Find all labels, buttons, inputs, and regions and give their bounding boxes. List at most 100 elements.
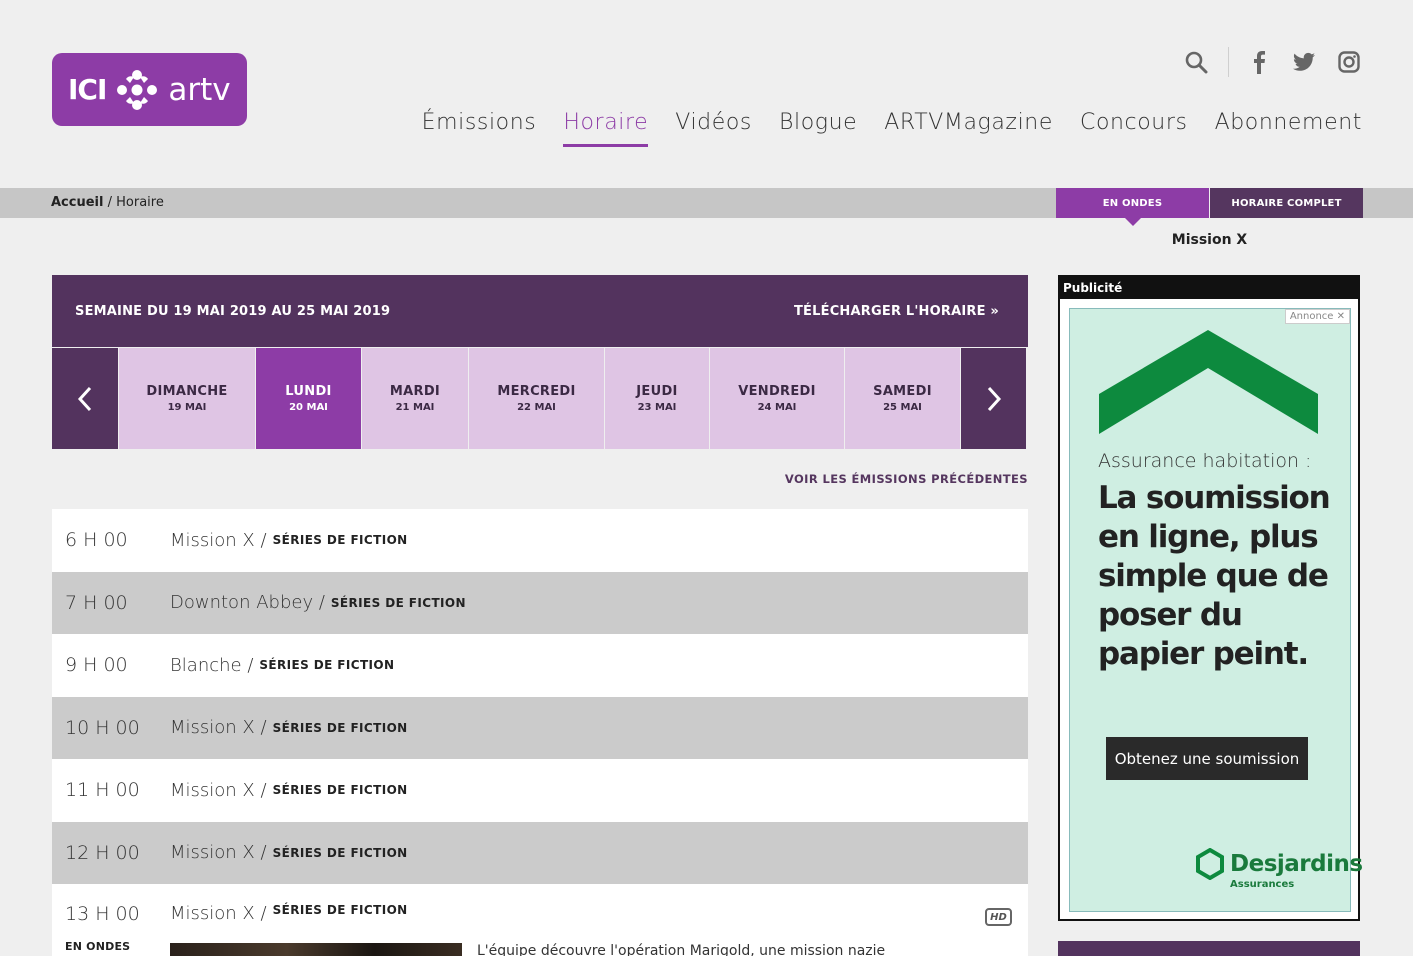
program-title[interactable]: Mission X / [170,780,267,801]
ad-close-button[interactable]: Annonce ✕ [1284,309,1350,324]
nav-emissions[interactable]: Émissions [422,110,537,139]
program-list: 6 H 00 Mission X / SÉRIES DE FICTION 7 H… [52,509,1028,956]
day-selector: DIMANCHE 19 MAI LUNDI 20 MAI MARDI 21 MA… [52,348,1028,449]
brand-name: Desjardins [1230,851,1363,877]
program-description: L'équipe découvre l'opération Marigold, … [477,943,886,956]
logo-ici-text: ICI [68,73,107,106]
instagram-icon[interactable] [1335,48,1363,76]
program-title[interactable]: Mission X / [170,717,267,738]
program-row[interactable]: 11 H 00 Mission X / SÉRIES DE FICTION [52,759,1028,822]
program-category: SÉRIES DE FICTION [259,658,395,673]
program-time: 7 H 00 [65,591,128,614]
logo-artv-text: artv [168,71,231,108]
next-week-button[interactable] [960,348,1026,449]
main-navigation: Émissions Horaire Vidéos Blogue ARTVMaga… [395,110,1362,147]
header-utility-icons [1182,46,1363,78]
program-time: 12 H 00 [65,841,140,864]
day-date: 25 MAI [883,402,922,413]
brand-sub: Assurances [1230,879,1295,890]
day-date: 19 MAI [167,402,207,413]
tab-en-ondes[interactable]: EN ONDES [1056,188,1209,226]
desjardins-hexagon-icon [1196,848,1224,880]
program-row[interactable]: 12 H 00 Mission X / SÉRIES DE FICTION [52,821,1028,884]
nav-artvmagazine[interactable]: ARTVMagazine [884,110,1053,139]
search-icon[interactable] [1182,48,1210,76]
nav-videos[interactable]: Vidéos [675,110,752,139]
radio-canada-gem-icon [117,69,158,110]
nav-abonnement[interactable]: Abonnement [1215,110,1362,139]
ad-cta-button[interactable]: Obtenez une soumission [1106,737,1308,780]
program-time: 6 H 00 [65,529,128,552]
day-tab-samedi[interactable]: SAMEDI 25 MAI [844,348,960,449]
tab-horaire-complet[interactable]: HORAIRE COMPLET [1209,188,1363,218]
day-name: DIMANCHE [146,384,228,399]
program-category: SÉRIES DE FICTION [272,903,408,917]
artv-logo[interactable]: ICI artv [52,53,247,126]
onair-label: EN ONDES [65,940,131,953]
program-title[interactable]: Blanche / [170,655,253,676]
ad-headline: La soumission en ligne, plus simple que … [1098,480,1331,672]
day-name: SAMEDI [873,384,932,399]
program-category: SÉRIES DE FICTION [272,533,408,548]
icon-divider [1228,47,1229,77]
day-tab-lundi[interactable]: LUNDI 20 MAI [255,348,361,449]
program-row[interactable]: 10 H 00 Mission X / SÉRIES DE FICTION [52,696,1028,759]
program-thumbnail[interactable] [170,943,462,956]
nav-concours[interactable]: Concours [1080,110,1188,139]
program-title[interactable]: Downton Abbey / [170,592,325,613]
ad-creative[interactable]: Annonce ✕ Assurance habitation : La soum… [1069,308,1363,912]
program-category: SÉRIES DE FICTION [330,595,466,610]
breadcrumb: Accueil / Horaire [51,195,164,210]
ad-label: Publicité [1060,277,1358,299]
day-date: 22 MAI [517,402,556,413]
day-tab-jeudi[interactable]: JEUDI 23 MAI [604,348,709,449]
day-tab-mercredi[interactable]: MERCREDI 22 MAI [468,348,604,449]
previous-shows-link[interactable]: VOIR LES ÉMISSIONS PRÉCÉDENTES [52,472,1028,486]
sidebar-next-block [1058,941,1360,956]
house-roof-icon [1099,330,1318,434]
program-time: 9 H 00 [65,654,128,677]
program-row[interactable]: 7 H 00 Downton Abbey / SÉRIES DE FICTION [52,571,1028,634]
nav-horaire[interactable]: Horaire [563,110,649,147]
program-category: SÉRIES DE FICTION [272,783,408,798]
day-date: 23 MAI [637,402,677,413]
program-title[interactable]: Mission X / [170,842,267,863]
program-time: 13 H 00 [65,903,140,925]
current-program-row[interactable]: 13 H 00 Mission X / SÉRIES DE FICTION HD… [52,884,1028,956]
chevron-left-icon [77,386,92,411]
day-name: JEUDI [636,384,678,399]
day-name: VENDREDI [738,384,816,399]
program-time: 10 H 00 [65,716,140,739]
hd-badge-icon: HD [985,908,1012,926]
advertisement: Publicité Annonce ✕ Assurance habitation… [1058,275,1363,921]
program-category: SÉRIES DE FICTION [272,720,408,735]
day-name: MERCREDI [497,384,576,399]
day-name: LUNDI [285,384,332,399]
day-tab-dimanche[interactable]: DIMANCHE 19 MAI [118,348,255,449]
program-title[interactable]: Mission X / [170,530,267,551]
program-title[interactable]: Mission X / [170,903,267,924]
week-header: SEMAINE DU 19 MAI 2019 AU 25 MAI 2019 TÉ… [52,275,1028,347]
chevron-right-icon [987,386,1001,411]
twitter-icon[interactable] [1290,48,1318,76]
day-tab-vendredi[interactable]: VENDREDI 24 MAI [709,348,844,449]
ad-kicker: Assurance habitation : [1098,450,1312,472]
breadcrumb-home-link[interactable]: Accueil [51,195,103,210]
program-category: SÉRIES DE FICTION [272,845,408,860]
day-date: 21 MAI [395,402,435,413]
desjardins-logo: Desjardins Assurances [1196,848,1363,890]
program-time: 11 H 00 [65,779,140,802]
program-row[interactable]: 9 H 00 Blanche / SÉRIES DE FICTION [52,634,1028,697]
download-schedule-link[interactable]: TÉLÉCHARGER L'HORAIRE » [794,304,999,319]
now-playing-title[interactable]: Mission X [1056,232,1363,248]
day-date: 20 MAI [289,402,328,413]
onair-tabs: EN ONDES HORAIRE COMPLET [1056,188,1363,226]
day-tab-mardi[interactable]: MARDI 21 MAI [361,348,468,449]
nav-blogue[interactable]: Blogue [779,110,857,139]
program-row[interactable]: 6 H 00 Mission X / SÉRIES DE FICTION [52,509,1028,572]
day-name: MARDI [389,384,441,399]
day-date: 24 MAI [757,402,797,413]
facebook-icon[interactable] [1245,48,1273,76]
prev-week-button[interactable] [52,348,118,449]
week-title: SEMAINE DU 19 MAI 2019 AU 25 MAI 2019 [75,303,391,319]
